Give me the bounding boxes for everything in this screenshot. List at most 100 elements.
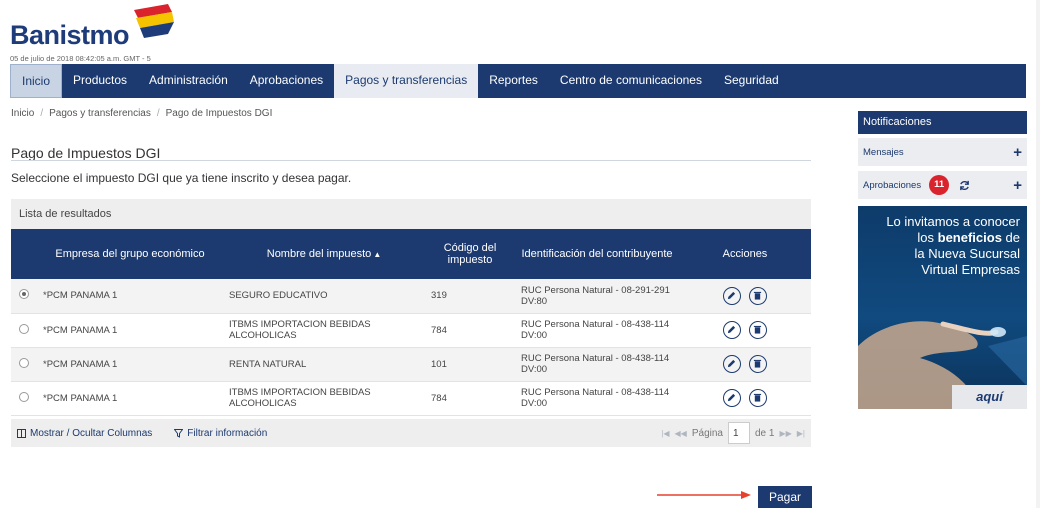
nav-item-inicio[interactable]: Inicio xyxy=(10,64,63,98)
promo-line-2-pre: los xyxy=(917,230,938,245)
nav-item-productos[interactable]: Productos xyxy=(62,64,138,98)
plus-icon[interactable]: + xyxy=(1013,177,1022,194)
row-select[interactable] xyxy=(11,313,37,348)
edit-button[interactable] xyxy=(723,355,741,373)
last-page-icon[interactable]: ▶| xyxy=(797,429,805,438)
filter-label: Filtrar información xyxy=(187,427,268,439)
cell-codigo: 784 xyxy=(425,381,515,416)
edit-button[interactable] xyxy=(723,389,741,407)
table-row[interactable]: *PCM PANAMA 1 RENTA NATURAL 101 RUC Persona… xyxy=(11,347,811,382)
col-empresa[interactable]: Empresa del grupo económico xyxy=(37,229,223,279)
cell-empresa: *PCM PANAMA 1 xyxy=(37,313,223,348)
trash-icon xyxy=(753,359,762,368)
promo-line-2-bold: beneficios xyxy=(937,230,1002,245)
brand-logo[interactable]: Banistmo xyxy=(10,4,180,56)
delete-button[interactable] xyxy=(749,286,767,305)
trash-icon xyxy=(753,291,762,300)
table-row[interactable]: *PCM PANAMA 1 ITBMS IMPORTACION BEBIDAS A… xyxy=(11,313,811,348)
table-row[interactable]: *PCM PANAMA 1 SEGURO EDUCATIVO 319 RUC Pers… xyxy=(11,279,811,314)
cell-codigo: 319 xyxy=(425,279,515,314)
plus-icon[interactable]: + xyxy=(1013,144,1022,161)
row-select[interactable] xyxy=(11,381,37,416)
cell-identificacion: RUC Persona Natural - 08-291-291 DV:80 xyxy=(515,279,679,314)
row-select[interactable] xyxy=(11,347,37,382)
next-page-icon[interactable]: ▶▶ xyxy=(779,429,791,438)
edit-pencil-icon xyxy=(727,359,736,368)
cell-empresa: *PCM PANAMA 1 xyxy=(37,279,223,314)
row-radio[interactable] xyxy=(19,391,29,402)
messages-label: Mensajes xyxy=(863,146,904,158)
edit-button[interactable] xyxy=(723,286,741,305)
row-radio[interactable] xyxy=(19,357,29,368)
nav-item-seguridad[interactable]: Seguridad xyxy=(713,64,790,98)
columns-icon xyxy=(17,428,26,438)
toggle-columns-button[interactable]: Mostrar / Ocultar Columnas xyxy=(17,428,152,439)
prev-page-icon[interactable]: ◀◀ xyxy=(675,429,687,438)
breadcrumb-pagos[interactable]: Pagos y transferencias xyxy=(49,108,151,119)
breadcrumb-current: Pago de Impuestos DGI xyxy=(165,108,273,119)
edit-pencil-icon xyxy=(727,291,736,299)
col-identificacion[interactable]: Identificación del contribuyente xyxy=(515,229,679,279)
nav-item-pagos-transferencias[interactable]: Pagos y transferencias xyxy=(334,64,479,98)
row-radio[interactable] xyxy=(19,289,29,300)
results-table: Empresa del grupo económico Nombre del i… xyxy=(11,229,811,416)
filter-button[interactable]: Filtrar información xyxy=(174,428,267,439)
edit-pencil-icon xyxy=(727,325,736,334)
approvals-row[interactable]: Aprobaciones 11 + xyxy=(858,171,1027,199)
promo-text: Lo invitamos a conocer los beneficios de… xyxy=(866,214,1020,278)
cell-actions xyxy=(679,313,811,348)
cell-actions xyxy=(679,279,811,314)
delete-button[interactable] xyxy=(749,321,767,339)
col-codigo[interactable]: Código del impuesto xyxy=(425,229,515,279)
pay-button[interactable]: Pagar xyxy=(758,486,812,508)
row-radio[interactable] xyxy=(19,323,29,334)
cell-identificacion: RUC Persona Natural - 08-438-114 DV:00 xyxy=(515,381,679,416)
page-total: de 1 xyxy=(754,427,775,439)
col-impuesto[interactable]: Nombre del impuesto ▲ xyxy=(223,229,425,279)
promo-line-2: los beneficios de xyxy=(866,230,1020,246)
results-heading: Lista de resultados xyxy=(11,199,811,229)
breadcrumb-separator: / xyxy=(156,108,160,119)
page-title: Pago de Impuestos DGI xyxy=(11,145,161,161)
title-divider xyxy=(11,160,811,161)
first-page-icon[interactable]: |◀ xyxy=(661,429,669,438)
cell-codigo: 101 xyxy=(425,347,515,382)
approvals-label: Aprobaciones xyxy=(863,179,922,191)
messages-row[interactable]: Mensajes + xyxy=(858,138,1027,166)
filter-icon xyxy=(174,428,184,438)
edit-button[interactable] xyxy=(723,321,741,339)
col-acciones: Acciones xyxy=(679,229,811,279)
page-number-input[interactable] xyxy=(727,422,750,444)
nav-item-reportes[interactable]: Reportes xyxy=(478,64,549,98)
cell-actions xyxy=(679,347,811,382)
breadcrumb-inicio[interactable]: Inicio xyxy=(11,108,34,119)
page-edge xyxy=(1036,0,1040,508)
cell-identificacion: RUC Persona Natural - 08-438-114 DV:00 xyxy=(515,313,679,348)
breadcrumb: Inicio / Pagos y transferencias / Pago d… xyxy=(11,108,272,119)
delete-button[interactable] xyxy=(749,389,767,407)
row-select[interactable] xyxy=(11,279,37,314)
cell-identificacion: RUC Persona Natural - 08-438-114 DV:00 xyxy=(515,347,679,382)
col-select xyxy=(11,229,37,279)
red-arrow-icon xyxy=(657,491,751,499)
delete-button[interactable] xyxy=(749,355,767,373)
cell-impuesto: RENTA NATURAL xyxy=(223,347,425,382)
cell-impuesto: SEGURO EDUCATIVO xyxy=(223,279,425,314)
breadcrumb-separator: / xyxy=(40,108,44,119)
cell-actions xyxy=(679,381,811,416)
promo-line-2-post: de xyxy=(1001,230,1020,245)
nav-item-aprobaciones[interactable]: Aprobaciones xyxy=(239,64,334,98)
logo-flag-icon xyxy=(134,4,174,38)
refresh-icon[interactable] xyxy=(959,180,970,191)
page-label: Página xyxy=(691,427,723,439)
cell-empresa: *PCM PANAMA 1 xyxy=(37,347,223,382)
sort-asc-icon: ▲ xyxy=(373,250,382,259)
table-row[interactable]: *PCM PANAMA 1 ITBMS IMPORTACION BEBIDAS A… xyxy=(11,381,811,416)
nav-item-centro-comunicaciones[interactable]: Centro de comunicaciones xyxy=(549,64,713,98)
approvals-count-badge: 11 xyxy=(929,175,950,195)
cell-empresa: *PCM PANAMA 1 xyxy=(37,381,223,416)
cell-impuesto: ITBMS IMPORTACION BEBIDAS ALCOHOLICAS xyxy=(223,381,425,416)
promo-cta[interactable]: aquí xyxy=(952,385,1027,409)
promo-banner[interactable]: Lo invitamos a conocer los beneficios de… xyxy=(858,206,1027,409)
nav-item-administracion[interactable]: Administración xyxy=(138,64,239,98)
